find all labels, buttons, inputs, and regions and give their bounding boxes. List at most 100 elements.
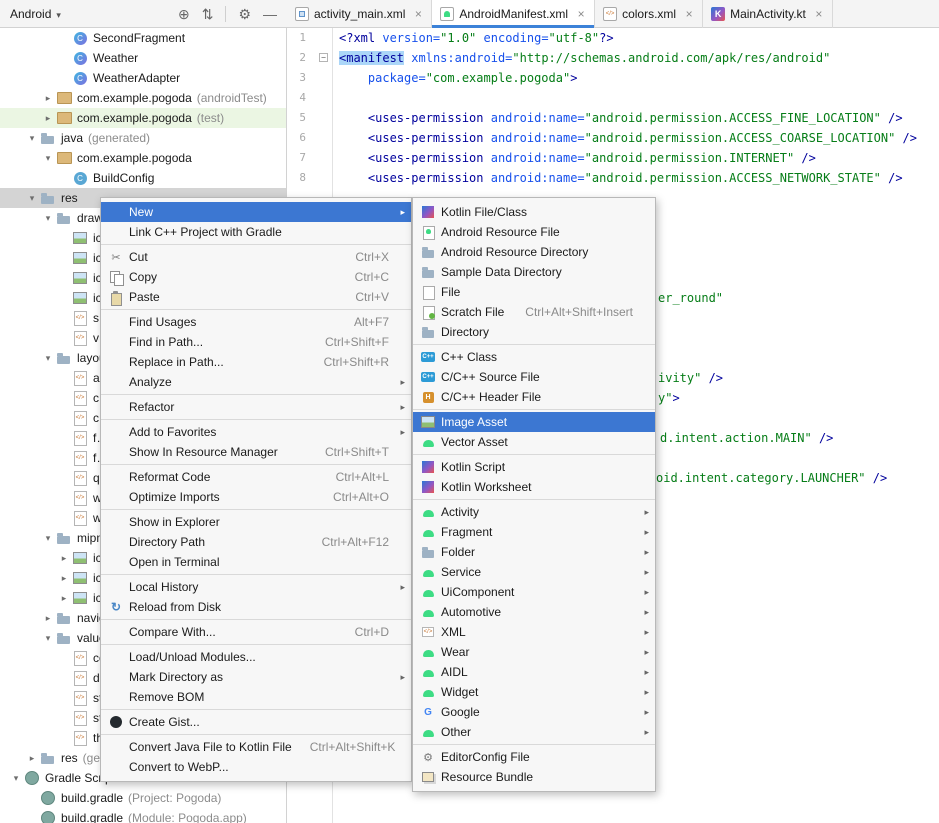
menu-item-load-unload-modules[interactable]: Load/Unload Modules... — [101, 647, 411, 667]
menu-separator — [413, 744, 655, 745]
tree-item-build-gradle[interactable]: build.gradle(Project: Pogoda) — [0, 788, 286, 808]
menu-item-show-in-explorer[interactable]: Show in Explorer — [101, 512, 411, 532]
menu-item-create-gist[interactable]: Create Gist... — [101, 712, 411, 732]
chevron-right-icon[interactable]: ▸ — [24, 753, 40, 764]
menu-item-directory-path[interactable]: Directory PathCtrl+Alt+F12 — [101, 532, 411, 552]
project-view-selector[interactable]: Android — [0, 0, 71, 27]
submenu-item-google[interactable]: Google▸ — [413, 702, 655, 722]
kotlin-icon — [420, 460, 436, 474]
submenu-item-vector-asset[interactable]: Vector Asset — [413, 432, 655, 452]
submenu-item-folder[interactable]: Folder▸ — [413, 542, 655, 562]
collapse-all-icon[interactable]: ⇅ — [202, 7, 214, 21]
menu-item-reload-from-disk[interactable]: Reload from Disk — [101, 597, 411, 617]
menu-item-copy[interactable]: CopyCtrl+C — [101, 267, 411, 287]
menu-item-new[interactable]: New▸ — [101, 202, 411, 222]
chevron-down-icon[interactable]: ▾ — [24, 133, 40, 144]
chevron-right-icon[interactable]: ▸ — [56, 553, 72, 564]
submenu-item-service[interactable]: Service▸ — [413, 562, 655, 582]
menu-item-analyze[interactable]: Analyze▸ — [101, 372, 411, 392]
chevron-down-icon[interactable]: ▾ — [24, 193, 40, 204]
menu-item-cut[interactable]: CutCtrl+X — [101, 247, 411, 267]
menu-item-link-c-project-with-gradle[interactable]: Link C++ Project with Gradle — [101, 222, 411, 242]
tree-item-secondfragment[interactable]: SecondFragment — [0, 28, 286, 48]
package-icon — [56, 110, 72, 126]
menu-item-add-to-favorites[interactable]: Add to Favorites▸ — [101, 422, 411, 442]
submenu-item-resource-bundle[interactable]: Resource Bundle — [413, 767, 655, 787]
submenu-item-c-class[interactable]: C++ Class — [413, 347, 655, 367]
chevron-down-icon[interactable]: ▾ — [8, 773, 24, 784]
submenu-item-android-resource-directory[interactable]: Android Resource Directory — [413, 242, 655, 262]
submenu-item-xml[interactable]: XML▸ — [413, 622, 655, 642]
tab-mainactivity-kt[interactable]: MainActivity.kt — [703, 0, 833, 28]
tree-item-buildconfig[interactable]: BuildConfig — [0, 168, 286, 188]
menu-item-remove-bom[interactable]: Remove BOM — [101, 687, 411, 707]
menu-item-refactor[interactable]: Refactor▸ — [101, 397, 411, 417]
chevron-down-icon[interactable]: ▾ — [40, 153, 56, 164]
menu-item-open-in-terminal[interactable]: Open in Terminal — [101, 552, 411, 572]
tab-colors-xml[interactable]: colors.xml — [595, 0, 703, 28]
submenu-item-editorconfig-file[interactable]: EditorConfig File — [413, 747, 655, 767]
submenu-item-kotlin-script[interactable]: Kotlin Script — [413, 457, 655, 477]
menu-item-convert-java-file-to-kotlin-file[interactable]: Convert Java File to Kotlin FileCtrl+Alt… — [101, 737, 411, 757]
submenu-item-activity[interactable]: Activity▸ — [413, 502, 655, 522]
close-tab-icon[interactable] — [814, 7, 824, 21]
submenu-item-aidl[interactable]: AIDL▸ — [413, 662, 655, 682]
settings-gear-icon[interactable]: ⚙ — [238, 7, 251, 21]
tree-item-com-example-pogoda[interactable]: ▸com.example.pogoda(androidTest) — [0, 88, 286, 108]
tree-item-com-example-pogoda[interactable]: ▸com.example.pogoda(test) — [0, 108, 286, 128]
image-icon — [72, 230, 88, 246]
tree-item-weatheradapter[interactable]: WeatherAdapter — [0, 68, 286, 88]
submenu-item-kotlin-worksheet[interactable]: Kotlin Worksheet — [413, 477, 655, 497]
submenu-item-c-c-header-file[interactable]: C/C++ Header File — [413, 387, 655, 407]
hide-panel-icon[interactable]: — — [263, 7, 277, 21]
close-tab-icon[interactable] — [576, 7, 586, 21]
chevron-right-icon[interactable]: ▸ — [40, 613, 56, 624]
submenu-item-widget[interactable]: Widget▸ — [413, 682, 655, 702]
close-tab-icon[interactable] — [684, 7, 694, 21]
submenu-item-image-asset[interactable]: Image Asset — [413, 412, 655, 432]
menu-item-find-in-path[interactable]: Find in Path...Ctrl+Shift+F — [101, 332, 411, 352]
chevron-right-icon[interactable]: ▸ — [56, 573, 72, 584]
chevron-down-icon[interactable]: ▾ — [40, 633, 56, 644]
submenu-item-fragment[interactable]: Fragment▸ — [413, 522, 655, 542]
submenu-item-wear[interactable]: Wear▸ — [413, 642, 655, 662]
submenu-item-other[interactable]: Other▸ — [413, 722, 655, 742]
chevron-down-icon[interactable]: ▾ — [40, 533, 56, 544]
tree-item-label: build.gradle — [61, 811, 123, 823]
submenu-item-kotlin-file-class[interactable]: Kotlin File/Class — [413, 202, 655, 222]
menu-item-find-usages[interactable]: Find UsagesAlt+F7 — [101, 312, 411, 332]
menu-item-show-in-resource-manager[interactable]: Show In Resource ManagerCtrl+Shift+T — [101, 442, 411, 462]
file-icon — [420, 285, 436, 299]
tab-androidmanifest-xml[interactable]: AndroidManifest.xml — [432, 0, 595, 28]
submenu-item-c-c-source-file[interactable]: C/C++ Source File — [413, 367, 655, 387]
tree-item-build-gradle[interactable]: build.gradle(Module: Pogoda.app) — [0, 808, 286, 823]
chevron-down-icon[interactable]: ▾ — [40, 213, 56, 224]
menu-item-optimize-imports[interactable]: Optimize ImportsCtrl+Alt+O — [101, 487, 411, 507]
submenu-item-file[interactable]: File — [413, 282, 655, 302]
chevron-down-icon[interactable]: ▾ — [40, 353, 56, 364]
tree-item-weather[interactable]: Weather — [0, 48, 286, 68]
android-icon — [420, 645, 436, 659]
menu-item-replace-in-path[interactable]: Replace in Path...Ctrl+Shift+R — [101, 352, 411, 372]
submenu-item-directory[interactable]: Directory — [413, 322, 655, 342]
tree-item-com-example-pogoda[interactable]: ▾com.example.pogoda — [0, 148, 286, 168]
tab-activity-main-xml[interactable]: activity_main.xml — [287, 0, 432, 28]
menu-item-local-history[interactable]: Local History▸ — [101, 577, 411, 597]
submenu-item-sample-data-directory[interactable]: Sample Data Directory — [413, 262, 655, 282]
menu-item-paste[interactable]: PasteCtrl+V — [101, 287, 411, 307]
menu-item-mark-directory-as[interactable]: Mark Directory as▸ — [101, 667, 411, 687]
menu-item-convert-to-webp[interactable]: Convert to WebP... — [101, 757, 411, 777]
close-tab-icon[interactable] — [413, 7, 423, 21]
submenu-item-uicomponent[interactable]: UiComponent▸ — [413, 582, 655, 602]
fold-marker-icon[interactable] — [319, 53, 328, 62]
chevron-right-icon[interactable]: ▸ — [56, 593, 72, 604]
locate-opened-file-icon[interactable]: ⊕ — [178, 7, 190, 21]
menu-item-reformat-code[interactable]: Reformat CodeCtrl+Alt+L — [101, 467, 411, 487]
submenu-item-scratch-file[interactable]: Scratch FileCtrl+Alt+Shift+Insert — [413, 302, 655, 322]
submenu-item-android-resource-file[interactable]: Android Resource File — [413, 222, 655, 242]
tree-item-java[interactable]: ▾java(generated) — [0, 128, 286, 148]
chevron-right-icon[interactable]: ▸ — [40, 113, 56, 124]
chevron-right-icon[interactable]: ▸ — [40, 93, 56, 104]
submenu-item-automotive[interactable]: Automotive▸ — [413, 602, 655, 622]
menu-item-compare-with[interactable]: Compare With...Ctrl+D — [101, 622, 411, 642]
